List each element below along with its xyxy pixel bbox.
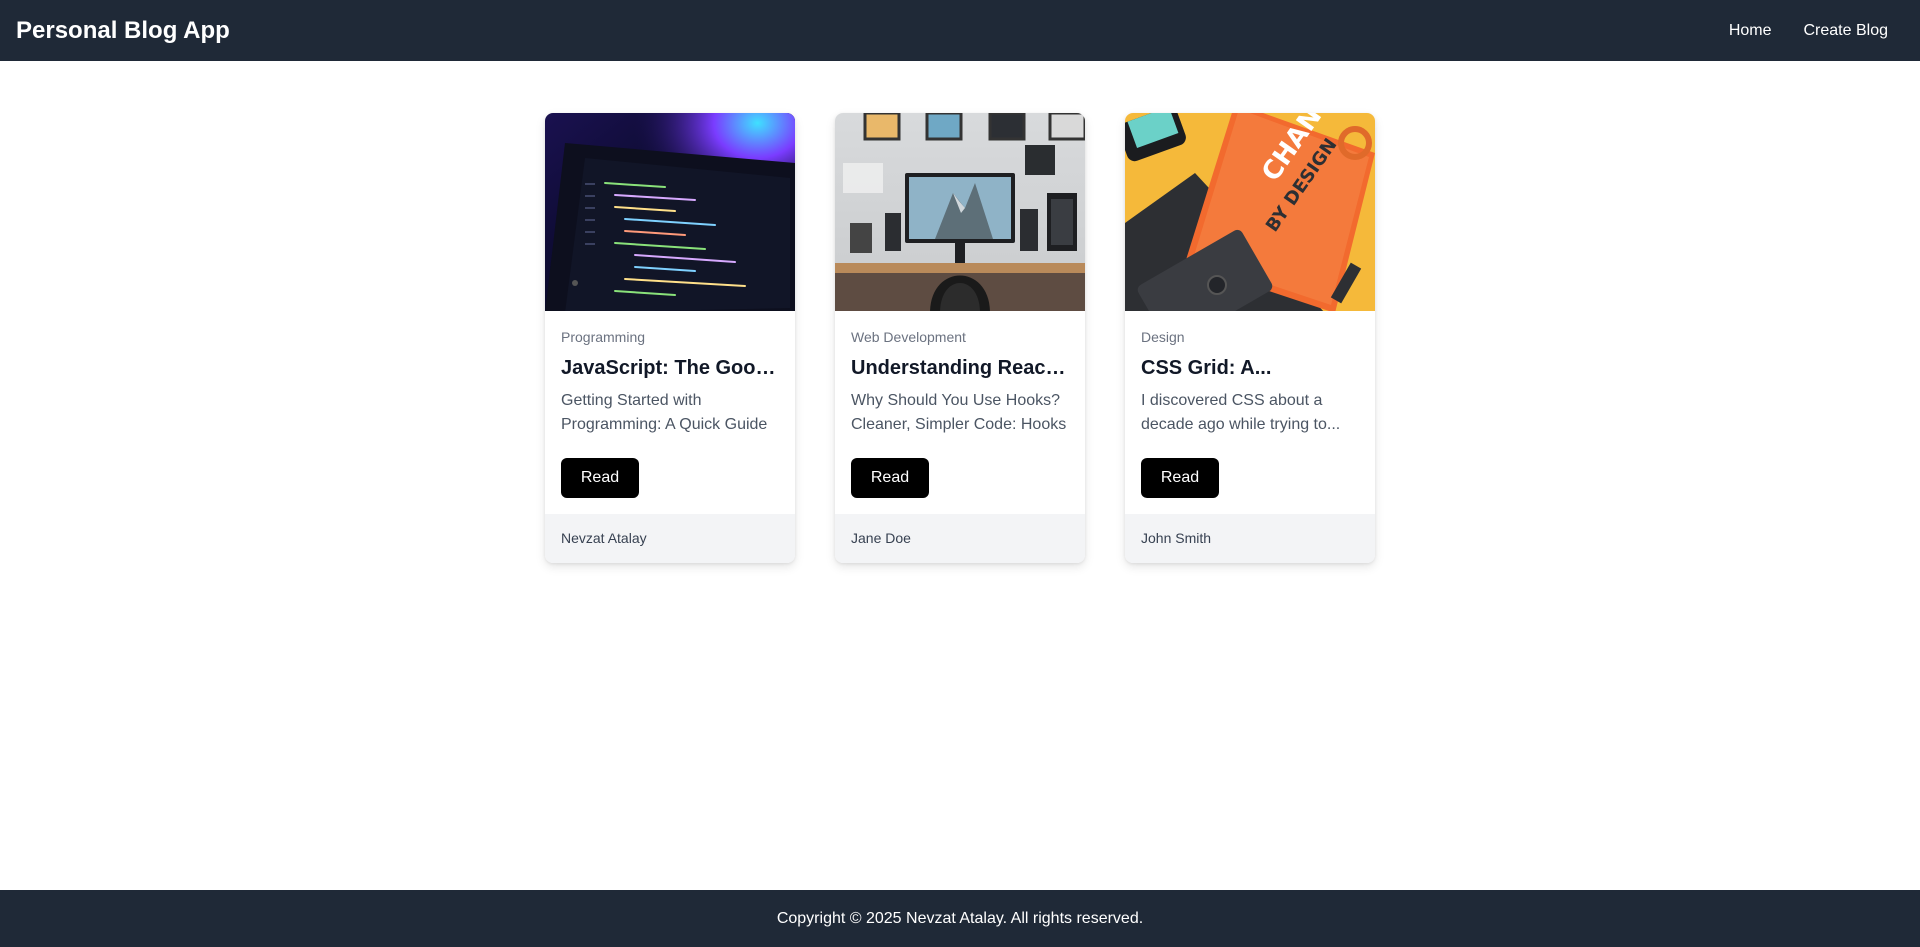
blog-card-image-design-book: CHANGE BY DESIGN xyxy=(1125,113,1375,311)
main-nav: Home Create Blog xyxy=(1729,22,1904,40)
brand-logo-link[interactable]: Personal Blog App xyxy=(16,17,230,45)
blog-card-title: Understanding React Hooks xyxy=(851,356,1069,379)
blog-card: Web Development Understanding React Hook… xyxy=(835,113,1085,563)
blog-card-author: Jane Doe xyxy=(835,513,1085,563)
read-button[interactable]: Read xyxy=(1141,457,1219,498)
blog-card-excerpt-line: Cleaner, Simpler Code: Hooks xyxy=(851,415,1067,433)
blog-card-excerpt-line: Getting Started with xyxy=(561,391,702,409)
nav-home-link[interactable]: Home xyxy=(1729,22,1772,40)
blog-card-excerpt-line: Why Should You Use Hooks? xyxy=(851,391,1061,409)
copyright-text: Copyright © 2025 Nevzat Atalay. All righ… xyxy=(776,909,1144,927)
blog-card-body: Programming JavaScript: The Good Parts G… xyxy=(545,311,795,514)
blog-card-excerpt-line: Programming: A Quick Guide xyxy=(561,415,768,433)
page: Personal Blog App Home Create Blog Progr… xyxy=(0,0,1920,947)
blog-card: Programming JavaScript: The Good Parts G… xyxy=(545,113,795,563)
blog-card-excerpt: Getting Started with Programming: A Quic… xyxy=(561,389,779,437)
blog-card-image-code-laptop xyxy=(545,113,795,311)
blog-card-title: JavaScript: The Good Parts xyxy=(561,356,779,379)
blog-card-category: Web Development xyxy=(851,328,966,345)
blog-card-body: Web Development Understanding React Hook… xyxy=(835,311,1085,514)
read-button[interactable]: Read xyxy=(561,457,639,498)
blog-card-excerpt: Why Should You Use Hooks? Cleaner, Simpl… xyxy=(851,389,1069,437)
blog-card-image-desk-setup xyxy=(835,113,1085,311)
page-footer: Copyright © 2025 Nevzat Atalay. All righ… xyxy=(0,890,1920,947)
blog-card-list: Programming JavaScript: The Good Parts G… xyxy=(545,113,1375,563)
blog-card-category: Design xyxy=(1141,328,1185,345)
blog-card: CHANGE BY DESIGN Design CSS Grid: A... I… xyxy=(1125,113,1375,563)
blog-card-title: CSS Grid: A... xyxy=(1141,356,1272,379)
top-navbar: Personal Blog App Home Create Blog xyxy=(0,0,1920,61)
blog-card-excerpt-line: I discovered CSS about a xyxy=(1141,391,1323,409)
blog-card-excerpt-line: decade ago while trying to... xyxy=(1141,415,1341,433)
blog-card-body: Design CSS Grid: A... I discovered CSS a… xyxy=(1125,311,1375,514)
blog-card-category: Programming xyxy=(561,328,646,345)
blog-card-author: Nevzat Atalay xyxy=(545,513,795,563)
nav-create-blog-link[interactable]: Create Blog xyxy=(1804,22,1889,40)
blog-card-author: John Smith xyxy=(1125,513,1375,563)
blog-card-excerpt: I discovered CSS about a decade ago whil… xyxy=(1141,389,1359,437)
read-button[interactable]: Read xyxy=(851,457,929,498)
